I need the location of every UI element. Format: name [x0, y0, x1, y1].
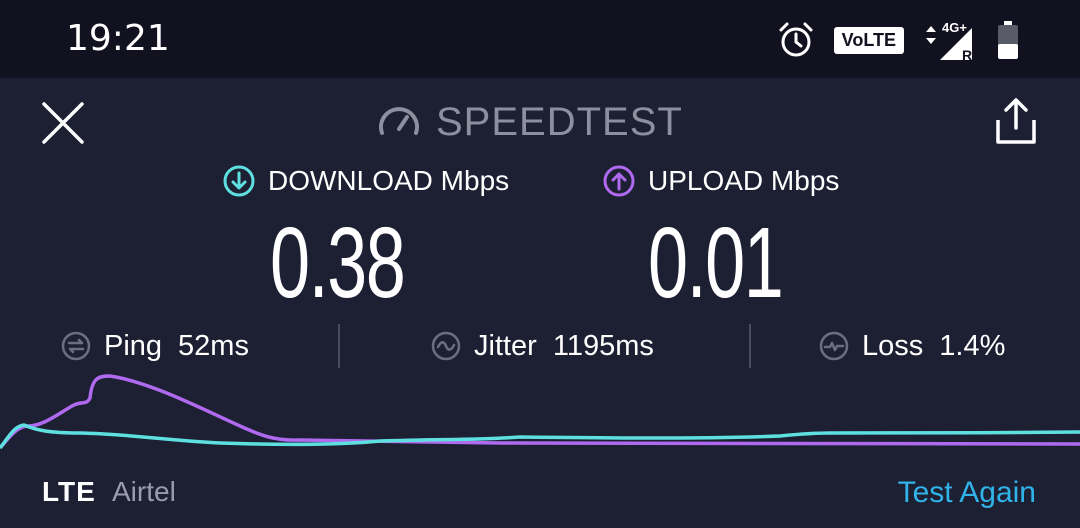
download-value: 0.38 — [270, 207, 406, 319]
upload-label: UPLOAD Mbps — [648, 165, 840, 196]
download-arrow-icon — [223, 165, 255, 197]
download-heading: DOWNLOAD Mbps — [222, 164, 509, 198]
status-icons: VoLTE 4G+ R — [776, 18, 1020, 62]
speed-graph — [0, 374, 1080, 450]
network-type-label: 4G+ — [942, 20, 967, 35]
loss-stat: Loss 1.4% — [818, 326, 1005, 366]
loss-value: 1.4% — [939, 329, 1006, 362]
carrier-name: Airtel — [112, 476, 176, 507]
signal-icon: 4G+ R — [926, 20, 972, 62]
download-label: DOWNLOAD Mbps — [268, 165, 510, 196]
jitter-icon — [431, 331, 461, 361]
share-icon[interactable] — [992, 96, 1040, 146]
upload-value: 0.01 — [648, 207, 784, 319]
stats-divider — [338, 324, 340, 368]
test-again-button[interactable]: Test Again — [898, 476, 1036, 510]
status-bar: 19:21 VoLTE 4G+ R — [0, 0, 1080, 78]
close-icon[interactable] — [40, 100, 86, 146]
alarm-icon — [779, 22, 813, 57]
ping-stat: Ping 52ms — [60, 326, 249, 366]
app-logo: SPEEDTEST — [376, 96, 683, 148]
jitter-label: Jitter — [474, 329, 537, 362]
stats-divider — [749, 324, 751, 368]
app-title: SPEEDTEST — [436, 99, 683, 144]
loss-icon — [819, 331, 849, 361]
clock: 19:21 — [66, 18, 170, 59]
speedometer-icon — [379, 107, 419, 135]
ping-icon — [61, 331, 91, 361]
upload-heading: UPLOAD Mbps — [602, 164, 839, 198]
jitter-value: 1195ms — [552, 329, 654, 362]
loss-label: Loss — [862, 329, 924, 362]
speedtest-results-screen: SPEEDTEST DOWNLOAD Mbps 0.38 UPLOAD Mbps… — [0, 78, 1080, 528]
ping-value: 52ms — [178, 329, 249, 362]
ping-label: Ping — [104, 329, 163, 362]
battery-icon — [998, 21, 1018, 59]
upload-arrow-icon — [603, 165, 635, 197]
roaming-label: R — [962, 47, 972, 62]
jitter-stat: Jitter 1195ms — [430, 326, 654, 366]
volte-badge: VoLTE — [833, 26, 904, 54]
connection-type: LTE — [42, 476, 96, 507]
